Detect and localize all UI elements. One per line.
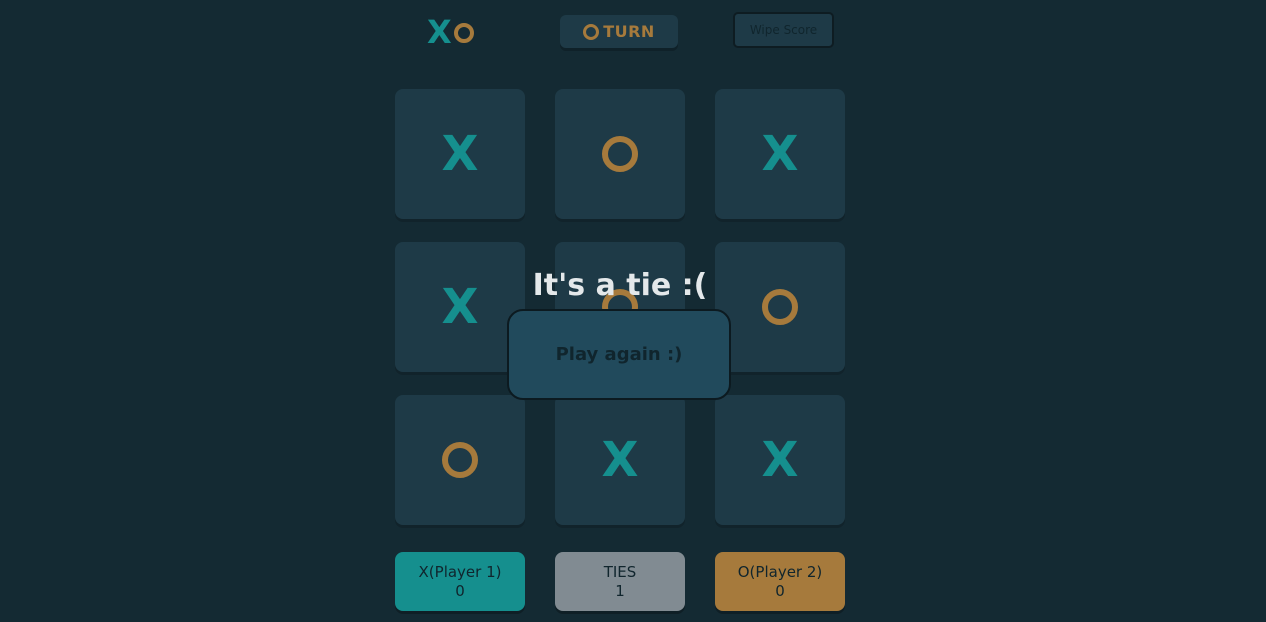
turn-indicator: TURN	[560, 15, 678, 48]
score-ties: TIES 1	[555, 552, 685, 611]
x-mark-icon: X	[601, 432, 639, 488]
logo: X	[427, 16, 474, 48]
board-cell-1[interactable]: X	[395, 89, 525, 219]
score-ties-value: 1	[615, 581, 625, 600]
o-mark-icon	[602, 136, 638, 172]
board-cell-2[interactable]	[555, 89, 685, 219]
score-x-value: 0	[455, 581, 465, 600]
logo-o-icon	[453, 23, 474, 43]
turn-label: TURN	[603, 22, 655, 41]
score-ties-label: TIES	[603, 562, 637, 581]
o-mark-icon	[762, 289, 798, 325]
x-mark-icon: X	[761, 432, 799, 488]
play-again-button[interactable]: Play again :)	[507, 309, 731, 400]
score-player-o: O(Player 2) 0	[715, 552, 845, 611]
tic-tac-toe-app: X TURN Wipe Score X X X X X It's a tie :( Pl…	[0, 0, 1266, 622]
x-mark-icon: X	[441, 279, 479, 335]
x-mark-icon: X	[761, 126, 799, 182]
logo-x-icon: X	[427, 13, 452, 51]
board-cell-8[interactable]: X	[555, 395, 685, 525]
result-message: It's a tie :(	[532, 268, 708, 303]
board-cell-7[interactable]	[395, 395, 525, 525]
o-turn-icon	[583, 23, 600, 40]
score-o-value: 0	[775, 581, 785, 600]
board-cell-6[interactable]	[715, 242, 845, 372]
board-cell-4[interactable]: X	[395, 242, 525, 372]
o-mark-icon	[442, 442, 478, 478]
board-cell-9[interactable]: X	[715, 395, 845, 525]
board-cell-3[interactable]: X	[715, 89, 845, 219]
wipe-score-button[interactable]: Wipe Score	[733, 12, 834, 48]
score-o-label: O(Player 2)	[737, 562, 823, 581]
score-x-label: X(Player 1)	[418, 562, 502, 581]
x-mark-icon: X	[441, 126, 479, 182]
score-player-x: X(Player 1) 0	[395, 552, 525, 611]
